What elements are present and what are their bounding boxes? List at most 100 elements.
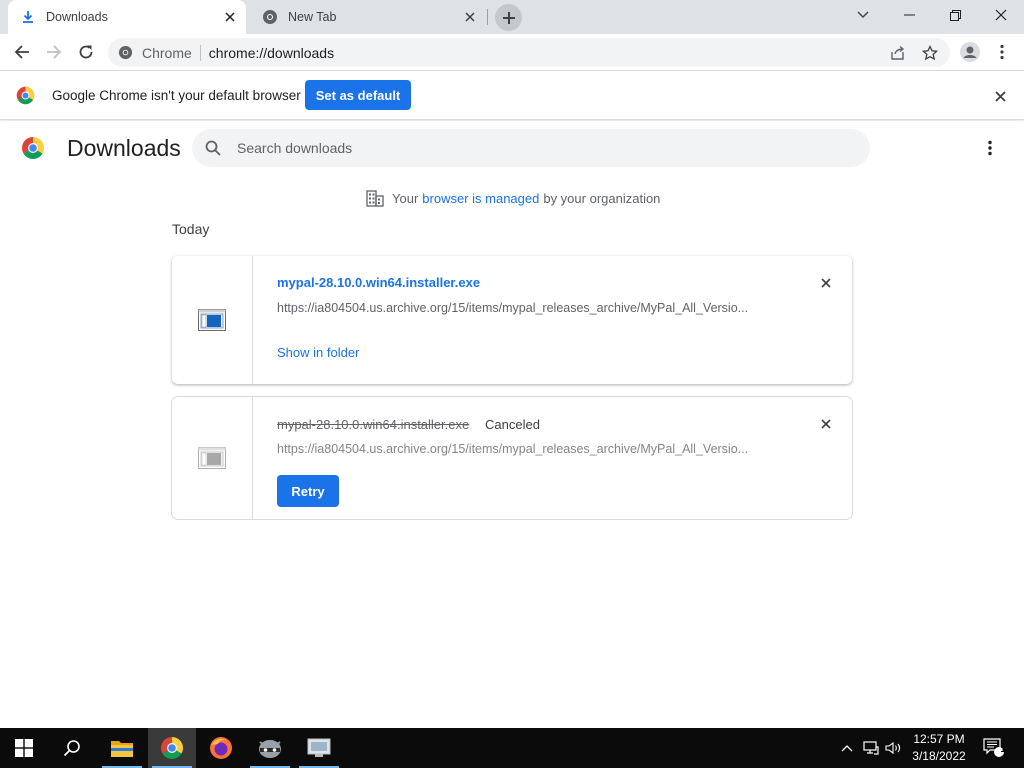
- tab-strip: Downloads New Tab: [0, 0, 1024, 34]
- download-item: mypal-28.10.0.win64.installer.exe Cancel…: [172, 397, 852, 519]
- avatar-icon: [960, 42, 980, 62]
- managed-notice: Your browser is managed by your organiza…: [366, 189, 660, 207]
- page-title: Downloads: [67, 135, 181, 161]
- close-window-button[interactable]: [978, 0, 1024, 30]
- infobar-message: Google Chrome isn't your default browser: [52, 88, 301, 103]
- site-label: Chrome: [142, 44, 192, 61]
- new-tab-button[interactable]: [495, 4, 522, 31]
- tab-new-tab[interactable]: New Tab: [250, 0, 486, 34]
- network-icon: [863, 741, 879, 755]
- remove-download-button[interactable]: [816, 273, 836, 293]
- managed-suffix: by your organization: [543, 190, 661, 206]
- monitor-app-icon: [307, 738, 331, 757]
- clock-time: 12:57 PM: [913, 732, 965, 746]
- default-browser-infobar: Google Chrome isn't your default browser…: [0, 71, 1024, 120]
- clock-date: 3/18/2022: [912, 749, 966, 763]
- date-section-label: Today: [172, 221, 210, 237]
- search-downloads[interactable]: [192, 129, 870, 167]
- taskbar-raccoon-app[interactable]: [246, 728, 294, 768]
- restore-button[interactable]: [932, 0, 978, 30]
- downloads-page: Downloads Your browser is managed by you…: [0, 121, 1024, 728]
- volume-tray-button[interactable]: [884, 728, 904, 768]
- infobar-close-icon[interactable]: [990, 86, 1010, 106]
- show-in-folder-link[interactable]: Show in folder: [277, 345, 359, 360]
- tab-search-button[interactable]: [840, 0, 886, 30]
- download-filename: mypal-28.10.0.win64.installer.exe: [277, 417, 470, 432]
- download-url[interactable]: https://ia804504.us.archive.org/15/items…: [277, 301, 774, 315]
- plus-icon: [502, 11, 515, 24]
- raccoon-app-icon: [259, 740, 281, 758]
- more-vert-icon: [988, 140, 992, 156]
- more-actions-button[interactable]: [978, 136, 1002, 160]
- start-button[interactable]: [0, 728, 48, 768]
- toolbar: Chrome chrome://downloads: [0, 34, 1024, 71]
- taskbar-firefox[interactable]: [197, 728, 245, 768]
- taskbar-monitor-app[interactable]: [295, 728, 343, 768]
- chrome-icon: [118, 45, 134, 61]
- close-icon: [821, 419, 831, 429]
- system-clock[interactable]: 12:57 PM 3/18/2022: [906, 731, 972, 765]
- reload-button[interactable]: [72, 38, 100, 66]
- windows-start-icon: [15, 739, 33, 757]
- search-icon: [205, 140, 221, 156]
- download-icon: [20, 9, 36, 25]
- set-as-default-button[interactable]: Set as default: [305, 80, 411, 110]
- back-button[interactable]: [8, 38, 36, 66]
- network-tray-button[interactable]: [861, 728, 881, 768]
- reload-icon: [79, 45, 93, 59]
- omnibox[interactable]: Chrome chrome://downloads: [108, 38, 950, 67]
- tab-title: New Tab: [288, 10, 337, 24]
- chevron-up-icon: [841, 745, 853, 752]
- chrome-icon: [262, 9, 278, 25]
- search-icon: [63, 740, 80, 757]
- restore-icon: [949, 9, 961, 21]
- managed-prefix: Your: [392, 190, 419, 206]
- close-icon: [995, 9, 1007, 21]
- taskbar-chrome[interactable]: [148, 728, 196, 768]
- menu-button[interactable]: [988, 38, 1016, 66]
- show-hidden-icons-button[interactable]: [838, 728, 856, 768]
- exe-file-icon: [198, 447, 226, 469]
- retry-button[interactable]: Retry: [277, 475, 339, 507]
- url-text[interactable]: chrome://downloads: [209, 45, 334, 61]
- file-icon-column: [172, 256, 253, 384]
- exe-file-icon: [198, 309, 226, 331]
- share-icon[interactable]: [887, 42, 909, 64]
- search-input[interactable]: [237, 140, 797, 156]
- arrow-left-icon: [14, 45, 29, 59]
- taskbar-file-explorer[interactable]: [98, 728, 146, 768]
- tab-close-icon[interactable]: [220, 7, 240, 27]
- arrow-right-icon: [47, 45, 62, 59]
- taskbar-search-button[interactable]: [48, 728, 96, 768]
- action-center-button[interactable]: 1: [980, 728, 1008, 768]
- chrome-logo-icon: [22, 137, 44, 159]
- minimize-button[interactable]: [886, 0, 932, 30]
- speaker-icon: [885, 741, 901, 755]
- forward-button[interactable]: [40, 38, 68, 66]
- file-explorer-icon: [111, 741, 133, 757]
- building-icon: [366, 190, 384, 207]
- managed-link[interactable]: browser is managed: [422, 191, 539, 206]
- profile-button[interactable]: [956, 38, 984, 66]
- tab-downloads[interactable]: Downloads: [8, 0, 246, 34]
- minimize-icon: [903, 14, 915, 16]
- download-url[interactable]: https://ia804504.us.archive.org/15/items…: [277, 442, 774, 456]
- notification-count: 1: [1000, 744, 1006, 754]
- chrome-logo-icon: [16, 86, 35, 105]
- download-filename-link[interactable]: mypal-28.10.0.win64.installer.exe: [277, 275, 480, 290]
- tab-title: Downloads: [46, 10, 108, 24]
- more-vert-icon: [1000, 44, 1004, 60]
- taskbar: 12:57 PM 3/18/2022 1: [0, 728, 1024, 768]
- download-status: Canceled: [485, 417, 540, 432]
- tab-close-icon[interactable]: [460, 7, 480, 27]
- file-icon-column: [172, 397, 253, 519]
- remove-download-button[interactable]: [816, 414, 836, 434]
- download-item: mypal-28.10.0.win64.installer.exe https:…: [172, 256, 852, 384]
- firefox-icon: [210, 737, 232, 759]
- tab-separator: [487, 9, 488, 25]
- chrome-icon: [161, 737, 183, 759]
- chevron-down-icon: [857, 11, 869, 18]
- omnibox-divider: [199, 44, 201, 61]
- bookmark-star-icon[interactable]: [919, 42, 941, 64]
- close-icon: [821, 278, 831, 288]
